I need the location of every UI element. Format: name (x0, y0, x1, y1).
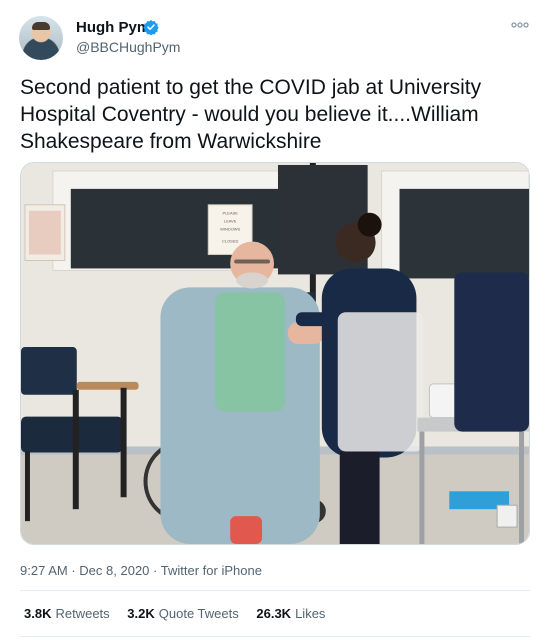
handle[interactable]: @BBCHughPym (76, 39, 180, 55)
quote-tweets-count: 3.2K (127, 606, 155, 621)
retweets-stat[interactable]: 3.8K Retweets (24, 606, 110, 621)
tweet-text: Second patient to get the COVID jab at U… (20, 76, 482, 153)
stats-row: 3.8K Retweets 3.2K Quote Tweets 26.3K Likes (24, 606, 339, 621)
display-name[interactable]: Hugh Pym (76, 19, 150, 36)
verified-badge-icon (143, 20, 159, 35)
quote-tweets-stat[interactable]: 3.2K Quote Tweets (127, 606, 238, 621)
divider (20, 636, 530, 637)
separator: · (153, 563, 158, 578)
divider (20, 590, 530, 591)
tweet-source[interactable]: Twitter for iPhone (161, 563, 262, 578)
more-options-icon[interactable] (510, 18, 530, 32)
retweets-count: 3.8K (24, 606, 52, 621)
tweet-card: Hugh Pym @BBCHughPym Second patient to g… (0, 0, 548, 640)
timestamp-row: 9:27 AM · Dec 8, 2020 · Twitter for iPho… (20, 563, 262, 578)
tweet-date[interactable]: Dec 8, 2020 (79, 563, 149, 578)
retweets-label: Retweets (55, 606, 110, 621)
sign-line-2: LEAVE (224, 219, 237, 224)
likes-label: Likes (295, 606, 326, 621)
separator: · (71, 563, 76, 578)
tweet-time[interactable]: 9:27 AM (20, 563, 68, 578)
avatar[interactable] (19, 16, 63, 60)
sign-line-4: CLOSED (222, 239, 238, 244)
tweet-photo[interactable]: PLEASE LEAVE WINDOWS CLOSED (20, 162, 530, 545)
sign-line-3: WINDOWS (220, 227, 240, 232)
quote-tweets-label: Quote Tweets (158, 606, 239, 621)
likes-count: 26.3K (256, 606, 292, 621)
likes-stat[interactable]: 26.3K Likes (256, 606, 325, 621)
sign-line-1: PLEASE (222, 211, 238, 216)
